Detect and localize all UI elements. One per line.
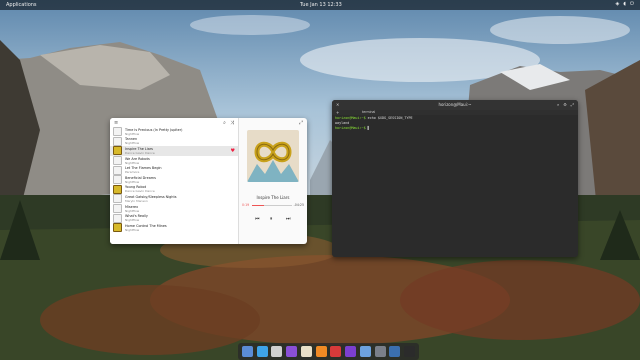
- now-playing-title: Inspire The Liars: [256, 195, 290, 200]
- track-artist: Nightflow: [125, 131, 140, 136]
- pause-icon[interactable]: ⏸: [270, 216, 273, 222]
- applications-menu[interactable]: Applications: [6, 2, 37, 8]
- track-row[interactable]: Young Robot Dance Gavin Dance: [110, 184, 238, 195]
- dock-app-icon[interactable]: [404, 346, 416, 357]
- elapsed-time: 0:19: [242, 203, 250, 207]
- track-info: We Are Robots Nightflow: [125, 157, 150, 165]
- album-thumbnail: [113, 175, 122, 185]
- track-artist: Dance Gavin Dance: [125, 150, 155, 155]
- track-info: Inspire The Liars Dance Gavin Dance: [125, 147, 155, 155]
- track-artist: Maryln Manson: [125, 198, 148, 203]
- remaining-time: -04:25: [293, 203, 304, 207]
- track-info: What's Really Nightflow: [125, 214, 148, 222]
- terminal-tab[interactable]: terminal: [362, 110, 375, 114]
- dock-app-icon[interactable]: [241, 346, 253, 357]
- track-row[interactable]: Great Gatsby/Sleepless Nights Maryln Mans…: [110, 194, 238, 204]
- track-list: ≡ ⌕ ⤨ Time is Precious (In Pretty Jupite…: [110, 118, 239, 244]
- dock-app-icon[interactable]: [359, 346, 371, 357]
- track-artist: Nightflow: [125, 227, 140, 232]
- terminal-tabbar: + terminal: [332, 110, 578, 115]
- terminal-prompt: horizon@Maui:~$: [335, 116, 366, 120]
- music-player-window: ≡ ⌕ ⤨ Time is Precious (In Pretty Jupite…: [110, 118, 307, 244]
- track-row[interactable]: Time is Precious (In Pretty Jupiter) Nigh…: [110, 127, 238, 137]
- dock-app-icon[interactable]: [330, 346, 342, 357]
- terminal-command: echo $XDG_SESSION_TYPE: [365, 116, 413, 120]
- menu-icon[interactable]: ≡: [114, 120, 118, 126]
- track-artist: Nightflow: [125, 179, 140, 184]
- dock: [238, 343, 419, 360]
- track-row[interactable]: Miserex Nightflow: [110, 204, 238, 214]
- settings-icon[interactable]: ⚙: [563, 102, 567, 107]
- terminal-output-text: wayland: [335, 121, 350, 125]
- track-info: Great Gatsby/Sleepless Nights Maryln Mans…: [125, 195, 177, 203]
- track-info: Time is Precious (In Pretty Jupiter) Nigh…: [125, 128, 182, 136]
- search-icon[interactable]: ⌕: [223, 120, 226, 126]
- album-thumbnail: [113, 194, 122, 204]
- network-icon[interactable]: ◈: [616, 1, 620, 7]
- track-row[interactable]: Let The Flames Begin Paramore: [110, 165, 238, 175]
- track-info: Miserex Nightflow: [125, 205, 139, 213]
- album-thumbnail: [113, 127, 122, 137]
- track-info: Home Control The Mines Nightflow: [125, 224, 167, 232]
- album-thumbnail: [113, 223, 122, 233]
- track-row[interactable]: Beneficial Dreams Nightflow: [110, 175, 238, 185]
- next-icon[interactable]: ⏭: [286, 216, 291, 222]
- clock[interactable]: Tue Jan 13 12:33: [300, 2, 342, 8]
- expand-icon[interactable]: ⤢: [299, 120, 303, 126]
- track-artist: Dance Gavin Dance: [125, 189, 155, 194]
- dock-app-icon[interactable]: [345, 346, 357, 357]
- track-artist: Nightflow: [125, 141, 140, 146]
- track-info: Beneficial Dreams Nightflow: [125, 176, 156, 184]
- desktop: Applications Tue Jan 13 12:33 ◈ ◖ ⏻ ≡ ⌕ …: [0, 0, 640, 360]
- album-thumbnail: [113, 156, 122, 166]
- dock-app-icon[interactable]: [286, 346, 298, 357]
- dock-app-icon[interactable]: [315, 346, 327, 357]
- track-artist: Nightflow: [125, 160, 140, 165]
- maximize-icon[interactable]: ⤢: [571, 102, 574, 107]
- track-row[interactable]: Home Control The Mines Nightflow: [110, 223, 238, 233]
- terminal-command: ▌: [365, 126, 370, 130]
- new-tab-icon[interactable]: +: [336, 110, 339, 115]
- player-pane: ⤢ Inspire The Liars 0:19 -04:25 ⏮ ⏸ ⏭: [239, 118, 307, 244]
- dock-app-icon[interactable]: [271, 346, 283, 357]
- power-icon[interactable]: ⏻: [630, 1, 634, 7]
- terminal-line: horizon@Maui:~$ ▌: [335, 126, 413, 131]
- top-panel: Applications Tue Jan 13 12:33 ◈ ◖ ⏻: [0, 0, 640, 10]
- track-row[interactable]: What's Really Nightflow: [110, 213, 238, 223]
- track-row[interactable]: We Are Robots Nightflow: [110, 156, 238, 166]
- track-artist: Paramore: [125, 170, 140, 175]
- volume-icon[interactable]: ◖: [623, 1, 626, 7]
- seek-bar[interactable]: [252, 205, 292, 206]
- album-cover: [247, 130, 299, 182]
- previous-icon[interactable]: ⏮: [255, 216, 260, 222]
- track-info: Let The Flames Begin Paramore: [125, 166, 162, 174]
- album-thumbnail: [113, 213, 122, 223]
- terminal-titlebar: ✕ horizon@Maui:~ ⌕ ⚙ ⤢: [332, 100, 578, 110]
- album-thumbnail: [113, 204, 122, 214]
- album-thumbnail: [113, 136, 122, 146]
- dock-app-icon[interactable]: [389, 346, 401, 357]
- track-list-header: ≡ ⌕ ⤨: [110, 118, 238, 127]
- seek-bar-fill: [252, 205, 264, 206]
- track-row[interactable]: Tannen Nightflow: [110, 136, 238, 147]
- terminal-window: ✕ horizon@Maui:~ ⌕ ⚙ ⤢ + terminal horizo…: [332, 100, 578, 257]
- terminal-output[interactable]: horizon@Maui:~$ echo $XDG_SESSION_TYPEwa…: [335, 116, 413, 131]
- favorite-icon[interactable]: ♥: [231, 148, 235, 154]
- shuffle-icon[interactable]: ⤨: [230, 120, 234, 126]
- terminal-prompt: horizon@Maui:~$: [335, 126, 366, 130]
- track-artist: Nightflow: [125, 208, 140, 213]
- search-icon[interactable]: ⌕: [557, 102, 559, 107]
- dock-app-icon[interactable]: [300, 346, 312, 357]
- system-tray: ◈ ◖ ⏻: [616, 1, 634, 7]
- album-thumbnail: [113, 165, 122, 175]
- album-thumbnail: [113, 146, 122, 156]
- track-row[interactable]: Inspire The Liars Dance Gavin Dance ♥: [110, 146, 238, 156]
- dock-app-icon[interactable]: [256, 346, 268, 357]
- dock-app-icon[interactable]: [374, 346, 386, 357]
- album-thumbnail: [113, 184, 122, 194]
- terminal-title: horizon@Maui:~: [438, 102, 472, 107]
- track-artist: Nightflow: [125, 218, 140, 223]
- track-info: Young Robot Dance Gavin Dance: [125, 185, 155, 193]
- track-info: Tannen Nightflow: [125, 137, 139, 145]
